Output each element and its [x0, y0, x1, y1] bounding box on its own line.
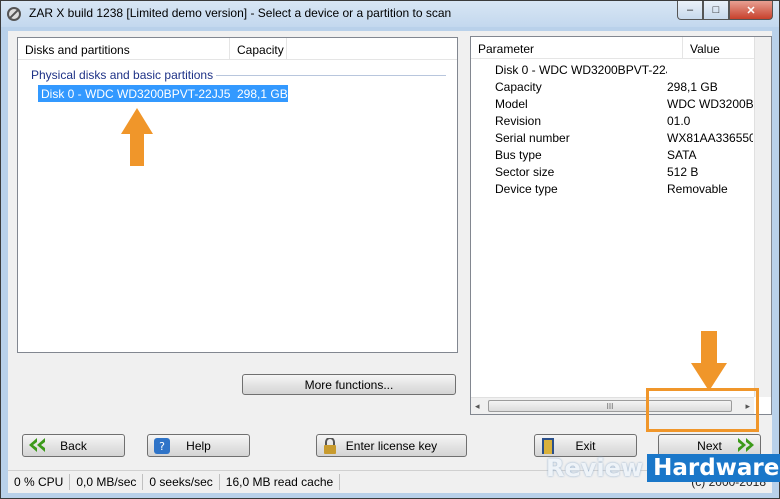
- column-capacity[interactable]: Capacity: [230, 38, 287, 59]
- param-value: 512 B: [667, 164, 699, 179]
- list-item[interactable]: Sector size 512 B: [471, 163, 771, 180]
- param-name: Disk 0 - WDC WD3200BPVT-22JJ5: [495, 62, 667, 77]
- watermark-logo: Review Hardware: [546, 453, 780, 483]
- list-item[interactable]: Revision 01.0: [471, 112, 771, 129]
- more-functions-button[interactable]: More functions...: [242, 374, 456, 395]
- back-button[interactable]: Back: [22, 434, 125, 457]
- disk-name: Disk 0 - WDC WD3200BPVT-22JJ5: [41, 86, 231, 101]
- arrow-up-icon: [121, 108, 153, 166]
- list-item[interactable]: Serial number WX81AA336550: [471, 129, 771, 146]
- param-name: Serial number: [495, 130, 570, 145]
- param-value: SATA: [667, 147, 697, 162]
- license-label: Enter license key: [345, 439, 438, 453]
- disk-capacity: 298,1 GB: [237, 86, 288, 101]
- param-value: 298,1 GB: [667, 79, 718, 94]
- column-disks-and-partitions[interactable]: Disks and partitions: [18, 38, 230, 59]
- exit-label: Exit: [575, 439, 596, 453]
- column-parameter[interactable]: Parameter: [471, 37, 683, 58]
- enter-license-key-button[interactable]: Enter license key: [316, 434, 467, 457]
- parameters-header: Parameter Value: [471, 37, 771, 59]
- minimize-button[interactable]: –: [677, 1, 703, 20]
- group-divider: [216, 75, 446, 76]
- next-highlight-box: [646, 388, 759, 432]
- list-item[interactable]: Capacity 298,1 GB: [471, 78, 771, 95]
- list-item[interactable]: Device type Removable: [471, 180, 771, 197]
- watermark-review: Review: [546, 454, 644, 482]
- back-label: Back: [60, 439, 87, 453]
- double-chevron-right-icon: [738, 438, 754, 452]
- param-value: WDC WD3200B: [667, 96, 753, 111]
- param-name: Capacity: [495, 79, 542, 94]
- maximize-button[interactable]: □: [703, 1, 729, 20]
- vertical-scrollbar[interactable]: [754, 37, 771, 397]
- disks-list[interactable]: Disks and partitions Capacity Physical d…: [17, 37, 458, 353]
- close-button[interactable]: ✕: [729, 1, 773, 20]
- window-title: ZAR X build 1238 [Limited demo version] …: [29, 6, 452, 20]
- app-window: ZAR X build 1238 [Limited demo version] …: [0, 0, 780, 499]
- group-title: Physical disks and basic partitions: [31, 68, 214, 82]
- param-name: Bus type: [495, 147, 542, 162]
- help-label: Help: [186, 439, 211, 453]
- help-button[interactable]: ? Help: [147, 434, 250, 457]
- list-item[interactable]: Model WDC WD3200B: [471, 95, 771, 112]
- list-item[interactable]: Bus type SATA: [471, 146, 771, 163]
- watermark-hardware: Hardware: [647, 454, 780, 482]
- scroll-left-icon[interactable]: ◂: [475, 401, 480, 412]
- status-cache: 16,0 MB read cache: [220, 473, 341, 490]
- title-bar[interactable]: ZAR X build 1238 [Limited demo version] …: [1, 1, 779, 27]
- status-cpu: 0 % CPU: [8, 473, 71, 490]
- arrow-down-icon: [691, 331, 727, 391]
- app-icon: [7, 7, 21, 21]
- disks-list-header: Disks and partitions Capacity: [18, 38, 457, 60]
- param-value: Removable: [667, 181, 728, 196]
- status-throughput: 0,0 MB/sec: [70, 473, 144, 490]
- param-name: Sector size: [495, 164, 555, 179]
- list-item[interactable]: Disk 0 - WDC WD3200BPVT-22JJ5: [471, 61, 771, 78]
- param-value: 01.0: [667, 113, 691, 128]
- parameters-rows: Disk 0 - WDC WD3200BPVT-22JJ5 Capacity 29…: [471, 61, 771, 197]
- status-seeks: 0 seeks/sec: [143, 473, 220, 490]
- param-name: Device type: [495, 181, 558, 196]
- param-value: WX81AA336550: [667, 130, 753, 145]
- param-name: Revision: [495, 113, 542, 128]
- disk-row-selected[interactable]: Disk 0 - WDC WD3200BPVT-22JJ5 298,1 GB: [38, 85, 288, 102]
- param-name: Model: [495, 96, 528, 111]
- window-controls: – □ ✕: [677, 1, 773, 21]
